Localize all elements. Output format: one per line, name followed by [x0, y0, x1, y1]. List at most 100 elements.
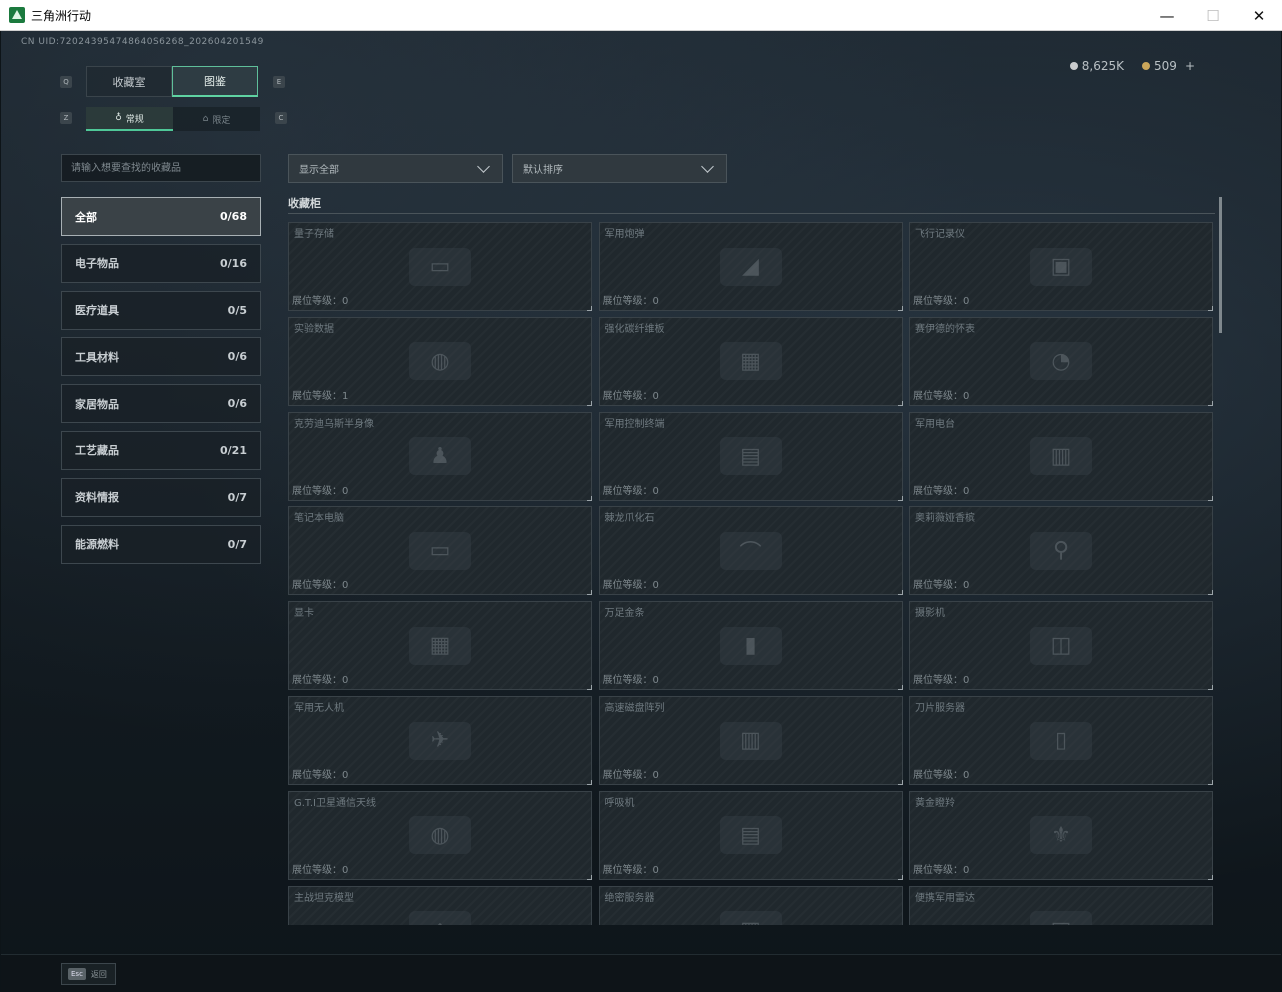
collection-card[interactable]: 黄金瞪羚 ⚜ 展位等级：0 [909, 790, 1213, 880]
item-thumbnail-icon: ◍ [409, 816, 471, 855]
card-corner-accent [587, 495, 592, 501]
sort-dropdown[interactable]: 默认排序 [512, 154, 727, 183]
chevron-down-icon [477, 159, 490, 173]
key-hint-q: Q [60, 76, 72, 88]
display-level: 展位等级：0 [913, 864, 970, 876]
display-level: 展位等级：1 [292, 390, 349, 402]
item-thumbnail-icon: ▥ [1030, 437, 1092, 476]
tab-limited-label: 限定 [212, 115, 231, 126]
item-thumbnail-icon: ⌒ [719, 531, 782, 570]
item-thumbnail-icon: ▣ [1030, 247, 1092, 286]
card-corner-accent [1208, 400, 1213, 406]
item-thumbnail-icon: ▦ [409, 626, 471, 665]
esc-key-icon: Esc [68, 968, 86, 980]
category-crafts[interactable]: 工艺藏品 0/21 [61, 430, 261, 470]
silver-amount: 8,625K [1081, 59, 1125, 73]
display-level: 展位等级：0 [602, 390, 659, 402]
item-name: 万足金条 [604, 608, 645, 620]
category-energy[interactable]: 能源燃料 0/7 [61, 524, 261, 564]
collection-card[interactable]: 军用炮弹 ◢ 展位等级：0 [598, 222, 903, 311]
category-label: 家居物品 [75, 397, 119, 411]
tab-limited[interactable]: ⌂ 限定 [173, 107, 260, 131]
display-level: 展位等级：0 [292, 770, 349, 781]
back-label: 返回 [90, 969, 107, 979]
item-thumbnail-icon: ◢ [719, 247, 782, 286]
close-button[interactable]: ✕ [1236, 0, 1282, 31]
maximize-button[interactable]: ☐ [1190, 0, 1236, 31]
card-corner-accent [1208, 874, 1213, 880]
tab-collection-room[interactable]: 收藏室 [86, 66, 172, 97]
category-label: 医疗道具 [75, 304, 119, 318]
item-name: 黄金瞪羚 [915, 797, 955, 809]
scrollbar[interactable] [1219, 197, 1222, 333]
item-name: 主战坦克模型 [294, 892, 354, 904]
category-all[interactable]: 全部 0/68 [61, 197, 261, 236]
category-tools[interactable]: 工具材料 0/6 [61, 337, 261, 377]
category-electronics[interactable]: 电子物品 0/16 [61, 243, 261, 283]
collection-card[interactable]: 摄影机 ◫ 展位等级：0 [909, 601, 1213, 691]
collection-icon: ♁ [115, 113, 122, 123]
collection-card[interactable]: 军用无人机 ✈ 展位等级：0 [288, 696, 592, 785]
collection-card[interactable]: 主战坦克模型 ◆ [288, 885, 592, 925]
add-currency-button[interactable]: + [1185, 59, 1195, 73]
collection-card[interactable]: 量子存储 ▭ 展位等级：0 [288, 222, 592, 311]
section-title: 收藏柜 [288, 197, 321, 210]
category-label: 全部 [75, 210, 97, 224]
item-thumbnail-icon: ▤ [719, 437, 782, 476]
item-name: 军用控制终端 [604, 418, 665, 430]
collection-card[interactable]: 强化碳纤维板 ▦ 展位等级：0 [598, 316, 903, 406]
item-name: G.T.I卫星通信天线 [294, 797, 376, 809]
item-thumbnail-icon: ✈ [409, 721, 471, 760]
item-thumbnail-icon: ◆ [409, 911, 471, 925]
collection-card[interactable]: 刀片服务器 ▯ 展位等级：0 [909, 696, 1213, 785]
item-name: 刀片服务器 [915, 703, 965, 714]
category-count: 0/7 [227, 490, 247, 504]
collection-card[interactable]: 笔记本电脑 ▭ 展位等级：0 [288, 506, 592, 596]
collection-card[interactable]: 高速磁盘阵列 ▥ 展位等级：0 [598, 696, 903, 785]
category-medical[interactable]: 医疗道具 0/5 [61, 290, 261, 330]
collection-card[interactable]: 实验数据 ◍ 展位等级：1 [288, 316, 592, 406]
gold-currency[interactable]: 509 + [1142, 59, 1195, 73]
limited-icon: ⌂ [202, 114, 209, 124]
category-list: 全部 0/68 电子物品 0/16 医疗道具 0/5 工具材料 0/6 家居物品… [61, 197, 261, 571]
item-name: 显卡 [294, 608, 314, 620]
collection-card[interactable]: 绝密服务器 ▥ [598, 885, 903, 925]
back-button[interactable]: Esc 返回 [61, 963, 116, 985]
collection-card[interactable]: 飞行记录仪 ▣ 展位等级：0 [909, 222, 1213, 311]
key-hint-c: C [275, 112, 287, 124]
tab-regular[interactable]: ♁ 常规 [86, 107, 173, 131]
tab-catalog[interactable]: 图鉴 [172, 66, 258, 97]
app-logo-icon [9, 7, 25, 23]
minimize-button[interactable]: — [1144, 0, 1190, 31]
collection-card[interactable]: G.T.I卫星通信天线 ◍ 展位等级：0 [288, 790, 592, 880]
category-count: 0/21 [220, 443, 247, 457]
item-name: 奥莉薇娅香槟 [915, 513, 975, 525]
item-name: 强化碳纤维板 [604, 323, 665, 335]
category-household[interactable]: 家居物品 0/6 [61, 384, 261, 424]
card-corner-accent [897, 495, 903, 501]
collection-card[interactable]: 赛伊德的怀表 ◔ 展位等级：0 [909, 316, 1213, 406]
show-filter-dropdown[interactable]: 显示全部 [288, 154, 503, 183]
search-input[interactable] [61, 154, 261, 182]
display-level: 展位等级：0 [292, 580, 349, 592]
collection-card[interactable]: 奥莉薇娅香槟 ⚲ 展位等级：0 [909, 506, 1213, 596]
category-count: 0/68 [220, 210, 247, 223]
collection-card[interactable]: 军用控制终端 ▤ 展位等级：0 [598, 411, 903, 501]
display-level: 展位等级：0 [602, 770, 659, 781]
card-corner-accent [1208, 685, 1213, 691]
collection-card[interactable]: 显卡 ▦ 展位等级：0 [288, 601, 592, 691]
item-name: 军用电台 [915, 418, 955, 430]
collection-card[interactable]: 呼吸机 ▤ 展位等级：0 [598, 790, 903, 880]
collection-card[interactable]: 便携军用雷达 ▤ [909, 885, 1213, 925]
card-corner-accent [897, 685, 903, 691]
collection-card[interactable]: 棘龙爪化石 ⌒ 展位等级：0 [598, 506, 903, 596]
item-thumbnail-icon: ◫ [1030, 626, 1092, 665]
gold-amount: 509 [1154, 59, 1177, 73]
collection-card[interactable]: 万足金条 ▮ 展位等级：0 [598, 601, 903, 691]
item-name: 摄影机 [915, 608, 945, 620]
card-corner-accent [587, 685, 592, 691]
category-intel[interactable]: 资料情报 0/7 [61, 477, 261, 517]
collection-card[interactable]: 军用电台 ▥ 展位等级：0 [909, 411, 1213, 501]
collection-card[interactable]: 克劳迪乌斯半身像 ♟ 展位等级：0 [288, 411, 592, 501]
section-divider [288, 213, 1215, 214]
